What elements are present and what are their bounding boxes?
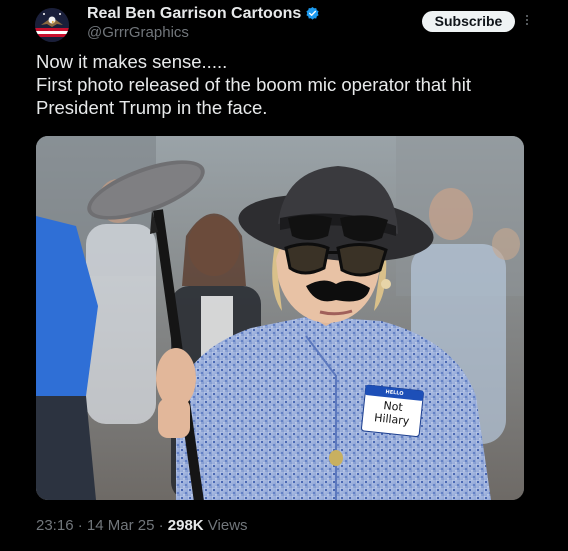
post-text: Now it makes sense..... First photo rele… (36, 50, 536, 119)
views-count[interactable]: 298K (168, 517, 204, 534)
avatar[interactable] (35, 8, 69, 42)
name-tag: HELLO Not Hillary (365, 386, 421, 428)
post: Real Ben Garrison Cartoons @GrrrGraphics… (0, 0, 568, 551)
post-text-line: First photo released of the boom mic ope… (36, 74, 471, 95)
post-time[interactable]: 23:16 (36, 517, 74, 534)
post-date[interactable]: 14 Mar 25 (87, 517, 155, 534)
views-label: Views (203, 517, 248, 534)
post-text-line: Now it makes sense..... (36, 51, 228, 72)
post-text-line: President Trump in the face. (36, 97, 268, 118)
post-meta: 23:16 · 14 Mar 25 · 298K Views (36, 517, 248, 534)
meta-separator: · (73, 517, 87, 534)
author-name[interactable]: Real Ben Garrison Cartoons (87, 5, 301, 23)
more-options-icon[interactable] (523, 13, 531, 29)
verified-badge-icon (306, 6, 319, 20)
post-image[interactable]: HELLO Not Hillary (36, 136, 524, 500)
avatar-eagle-flag-icon (35, 8, 69, 42)
author-handle[interactable]: @GrrrGraphics (87, 24, 189, 41)
meta-separator: · (154, 517, 168, 534)
photo-illustration (36, 136, 524, 500)
subscribe-button[interactable]: Subscribe (422, 11, 515, 32)
